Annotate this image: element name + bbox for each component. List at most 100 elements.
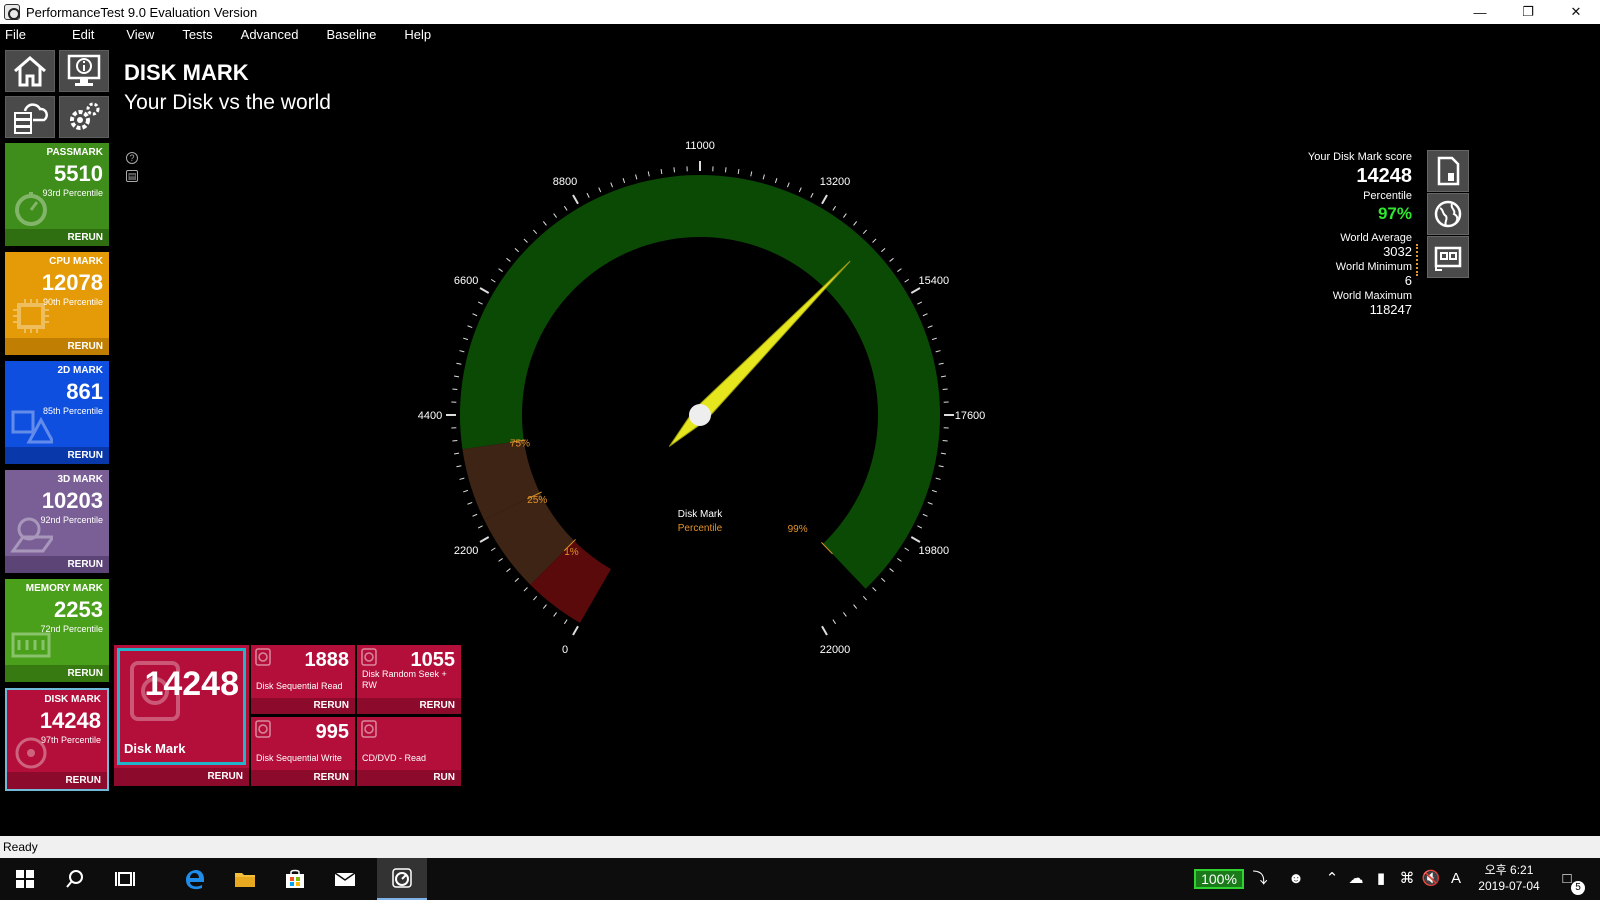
disk-random-seek-tile[interactable]: 1055 Disk Random Seek + RW RERUN (357, 645, 461, 714)
gauge-minor-tick (467, 501, 473, 505)
rerun-button[interactable]: RERUN (251, 698, 355, 714)
disk-seq-read-tile[interactable]: 1888 Disk Sequential Read RERUN (251, 645, 355, 714)
battery-icon[interactable]: ▮ (1371, 869, 1391, 889)
gauge-minor-tick (453, 452, 460, 455)
test-score: 995 (315, 721, 349, 743)
gauge-minor-tick (472, 513, 478, 517)
gauge-minor-tick (673, 167, 675, 173)
gauge-minor-tick (490, 547, 496, 552)
world-maximum-value: 118247 (1369, 302, 1412, 317)
gauge-minor-tick (472, 313, 478, 317)
gauge-minor-tick (904, 278, 910, 283)
gauge-minor-tick (737, 168, 740, 175)
run-button[interactable]: RUN (357, 770, 461, 786)
edge-browser-button[interactable] (171, 858, 219, 900)
power-plug-icon[interactable]: ⤵ (1250, 869, 1270, 889)
gauge-minor-tick (935, 477, 941, 480)
gauge-minor-tick (523, 587, 528, 592)
gauge-tick-label: 8800 (553, 176, 577, 188)
gauge-major-tick (572, 194, 579, 205)
cd-dvd-read-tile[interactable]: CD/DVD - Read RUN (357, 717, 461, 786)
gauge-minor-tick (542, 604, 547, 609)
people-icon[interactable]: ☻ (1286, 869, 1306, 889)
gauge-minor-tick (762, 174, 765, 180)
gauge-tick-label: 6600 (454, 275, 478, 287)
gauge-major-tick (821, 194, 828, 205)
gauge-tick-label: 11000 (685, 140, 715, 152)
gauge-minor-tick (862, 229, 867, 235)
gauge-minor-tick (872, 587, 877, 592)
folder-icon (235, 873, 255, 887)
start-button[interactable] (1, 858, 49, 900)
wifi-icon[interactable]: ⌘ (1397, 869, 1417, 889)
gauge-minor-tick (452, 388, 458, 390)
gauge-tick-label: 17600 (955, 410, 986, 422)
gauge-major-tick (910, 287, 921, 294)
rerun-button[interactable]: RERUN (357, 698, 461, 714)
rerun-button[interactable]: RERUN (114, 768, 249, 786)
performancetest-taskbar-button[interactable] (377, 858, 427, 900)
disk-mark-main-name: Disk Mark (124, 741, 186, 756)
gauge-minor-tick (798, 187, 802, 193)
world-compare-button[interactable] (1427, 193, 1469, 235)
world-minimum-label: World Minimum (1335, 261, 1412, 273)
average-indicator (1416, 244, 1418, 276)
gauge-minor-tick (938, 465, 944, 468)
world-average-value: 3032 (1383, 244, 1412, 259)
file-explorer-button[interactable] (221, 858, 269, 900)
disk-seq-write-tile[interactable]: 995 Disk Sequential Write RERUN (251, 717, 355, 786)
gauge-bands (460, 175, 940, 623)
gauge-minor-tick (774, 178, 778, 184)
gauge-minor-tick (542, 221, 547, 226)
mail-button[interactable] (321, 858, 369, 900)
gauge-minor-tick (853, 221, 858, 226)
gauge-major-tick (821, 625, 828, 636)
globe-icon (1434, 200, 1462, 228)
gauge-minor-tick (456, 362, 462, 365)
onedrive-error-icon[interactable]: ☁ (1346, 869, 1366, 889)
gauge-minor-tick (862, 595, 867, 601)
gauge-minor-tick (725, 167, 727, 173)
test-name: Disk Sequential Read (256, 681, 343, 691)
gauge-minor-tick (533, 595, 538, 601)
gauge-minor-tick (498, 558, 503, 562)
document-icon (1437, 156, 1460, 186)
store-icon (286, 869, 304, 888)
score-panel: Your Disk Mark score 14248 Percentile 97… (1308, 151, 1412, 317)
clock-date: 2019-07-04 (1478, 879, 1540, 893)
gauge-needle (668, 260, 851, 447)
gauge-minor-tick (635, 174, 638, 180)
percentile-label: Percentile (1363, 190, 1412, 202)
gauge-minor-tick (940, 452, 947, 455)
task-view-icon (115, 872, 135, 886)
gauge-minor-tick (477, 525, 483, 529)
gauge-minor-tick (514, 248, 520, 253)
volume-muted-icon[interactable]: 🔇 (1421, 869, 1441, 889)
gauge-tick-label: 4400 (418, 410, 442, 422)
disk-mark-main-score: 14248 (144, 665, 239, 703)
taskbar-clock[interactable]: 오후 6:21 2019-07-04 (1474, 862, 1544, 894)
gauge-band-label: 75% (510, 438, 530, 449)
hardware-button[interactable] (1427, 236, 1469, 278)
ime-indicator[interactable]: A (1446, 869, 1466, 889)
disk-mark-main-tile[interactable]: 14248 Disk Mark RERUN (114, 645, 249, 786)
show-hidden-icons-chevron[interactable]: ⌃ (1322, 869, 1342, 889)
task-view-button[interactable] (101, 858, 149, 900)
gauge-minor-tick (843, 612, 847, 617)
gauge-minor-tick (610, 182, 614, 188)
battery-indicator[interactable]: 100% (1194, 869, 1244, 889)
gauge-minor-tick (904, 547, 910, 552)
gauge-minor-tick (897, 268, 902, 272)
rerun-button[interactable]: RERUN (251, 770, 355, 786)
gauge-major-tick (479, 287, 490, 294)
gauge-minor-tick (832, 205, 837, 211)
report-button[interactable] (1427, 150, 1469, 192)
disk-drive-icon (1434, 246, 1462, 271)
gauge-minor-tick (750, 171, 753, 177)
search-button[interactable] (51, 858, 99, 900)
performancetest-icon (392, 868, 412, 888)
gauge-minor-tick (897, 558, 902, 562)
store-button[interactable] (271, 858, 319, 900)
gauge-tick-label: 19800 (919, 545, 950, 557)
status-bar: Ready (0, 836, 1600, 858)
